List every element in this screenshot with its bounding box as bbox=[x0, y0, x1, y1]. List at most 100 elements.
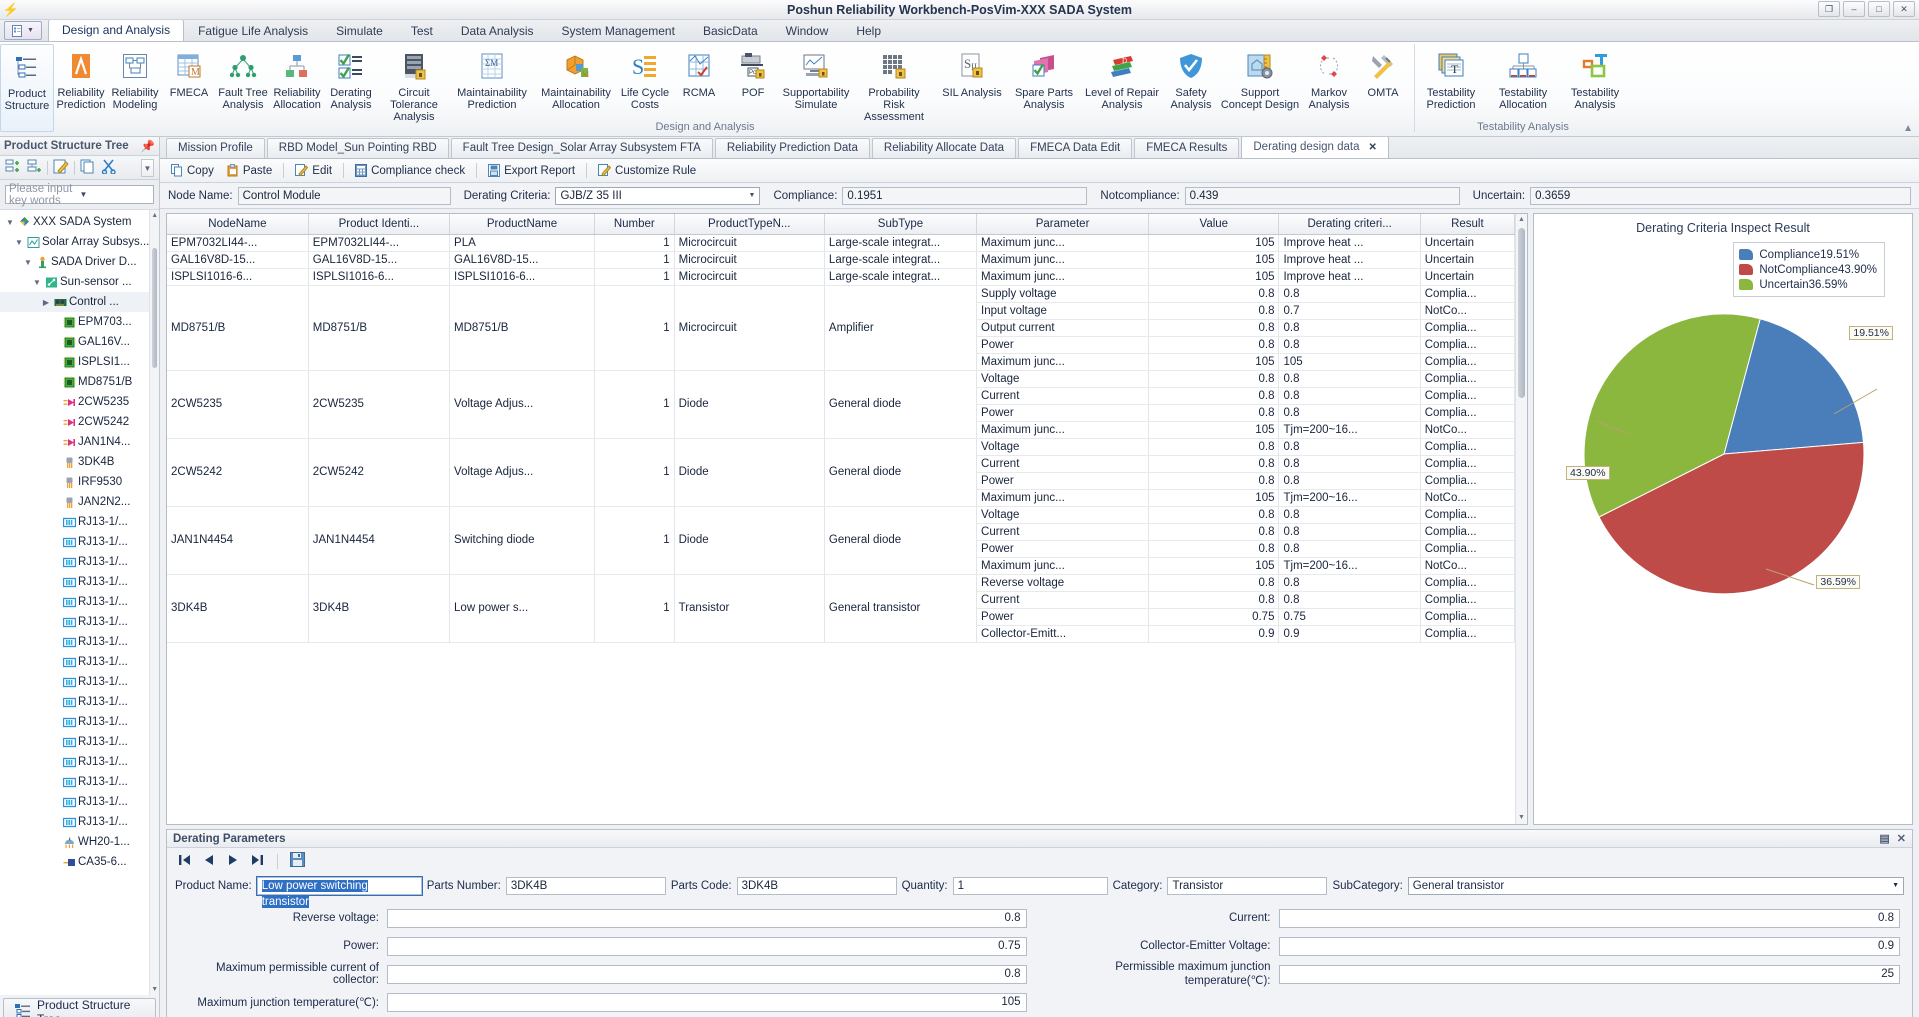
add-node-icon[interactable] bbox=[5, 159, 21, 177]
tree-node[interactable]: ▶Control ... bbox=[0, 292, 149, 312]
tree-node[interactable]: RJ13-1/... bbox=[0, 612, 149, 632]
ribbon-button-reliability-modeling[interactable]: ReliabilityModeling bbox=[108, 44, 162, 132]
ribbon-button-markov-analysis[interactable]: MarkovAnalysis bbox=[1302, 44, 1356, 132]
grid-column-header[interactable]: Number bbox=[594, 214, 674, 234]
tree-node[interactable]: ▼XXX SADA System bbox=[0, 212, 149, 232]
next-record-icon[interactable] bbox=[227, 854, 239, 869]
scroll-down-icon[interactable]: ▼ bbox=[1516, 812, 1527, 824]
tree-node[interactable]: 3DK4B bbox=[0, 452, 149, 472]
expand-collapse-icon[interactable]: ▼ bbox=[4, 218, 16, 227]
dock-field-input[interactable]: Transistor bbox=[1167, 877, 1327, 895]
chevron-down-icon[interactable]: ▼ bbox=[80, 190, 151, 199]
grid-column-header[interactable]: Value bbox=[1149, 214, 1279, 234]
grid-column-header[interactable]: Derating criteri... bbox=[1279, 214, 1420, 234]
table-row[interactable]: MD8751/BMD8751/BMD8751/B1MicrocircuitAmp… bbox=[167, 285, 1515, 302]
tree-node[interactable]: RJ13-1/... bbox=[0, 752, 149, 772]
ribbon-button-pof[interactable]: PoF POF bbox=[726, 44, 780, 132]
cut-icon[interactable] bbox=[101, 159, 117, 177]
ribbon-tab-simulate[interactable]: Simulate bbox=[322, 20, 397, 41]
tree-node[interactable]: RJ13-1/... bbox=[0, 692, 149, 712]
tree-node[interactable]: EPM703... bbox=[0, 312, 149, 332]
tree-node[interactable]: RJ13-1/... bbox=[0, 532, 149, 552]
ribbon-button-testability-analysis[interactable]: TestabilityAnalysis bbox=[1559, 44, 1631, 132]
ribbon-button-reliability-allocation[interactable]: ReliabilityAllocation bbox=[270, 44, 324, 132]
grid-column-header[interactable]: SubType bbox=[824, 214, 976, 234]
tree-node[interactable]: RJ13-1/... bbox=[0, 732, 149, 752]
export-report-button[interactable]: Export Report bbox=[483, 162, 580, 179]
dock-field-input[interactable]: 3DK4B bbox=[506, 877, 666, 895]
scrollbar-thumb[interactable] bbox=[152, 248, 157, 368]
expand-collapse-icon[interactable]: ▼ bbox=[22, 258, 34, 267]
document-tab[interactable]: FMECA Data Edit bbox=[1018, 138, 1132, 158]
copy-icon[interactable] bbox=[80, 159, 96, 177]
float-icon[interactable]: ▤ bbox=[1879, 832, 1889, 845]
table-row[interactable]: JAN1N4454JAN1N4454Switching diode1DiodeG… bbox=[167, 506, 1515, 523]
expand-collapse-icon[interactable]: ▶ bbox=[40, 298, 52, 307]
save-icon[interactable] bbox=[290, 852, 305, 870]
close-tab-icon[interactable]: ✕ bbox=[1369, 142, 1377, 153]
ribbon-tab-test[interactable]: Test bbox=[397, 20, 447, 41]
ribbon-button-sil-analysis[interactable]: S IL SIL Analysis bbox=[936, 44, 1008, 132]
customize-rule-button[interactable]: Customize Rule bbox=[593, 162, 701, 179]
tree-node[interactable]: ISPLSI1... bbox=[0, 352, 149, 372]
table-row[interactable]: ISPLSI1016-6...ISPLSI1016-6...ISPLSI1016… bbox=[167, 268, 1515, 285]
dock-field-input[interactable]: Low power switching transistor bbox=[257, 877, 422, 895]
ribbon-tab-window[interactable]: Window bbox=[772, 20, 843, 41]
dock-parameter-input[interactable]: 0.9 bbox=[1279, 937, 1901, 956]
tree-node[interactable]: IRF9530 bbox=[0, 472, 149, 492]
document-tab[interactable]: RBD Model_Sun Pointing RBD bbox=[267, 138, 449, 158]
chevron-down-icon[interactable]: ▼ bbox=[1892, 878, 1899, 894]
ribbon-button-reliability-prediction[interactable]: ReliabilityPrediction bbox=[54, 44, 108, 132]
product-structure-tree-footer-button[interactable]: Product Structure Tree bbox=[3, 998, 156, 1017]
derating-criteria-select[interactable]: GJB/Z 35 III ▼ bbox=[555, 187, 760, 205]
dock-parameter-input[interactable]: 0.75 bbox=[387, 937, 1027, 956]
pin-icon[interactable]: 📌 bbox=[141, 139, 155, 153]
tree-toolbar-overflow-button[interactable]: ▼ bbox=[141, 159, 154, 177]
ribbon-tab-help[interactable]: Help bbox=[842, 20, 895, 41]
compliance-input[interactable]: 0.1951 bbox=[842, 187, 1087, 205]
close-button[interactable]: ✕ bbox=[1893, 1, 1915, 17]
tree-node[interactable]: RJ13-1/... bbox=[0, 792, 149, 812]
tree-node[interactable]: ▼Solar Array Subsys... bbox=[0, 232, 149, 252]
chevron-down-icon[interactable]: ▼ bbox=[749, 188, 756, 204]
tree-node[interactable]: 2CW5242 bbox=[0, 412, 149, 432]
table-row[interactable]: EPM7032LI44-...EPM7032LI44-...PLA1Microc… bbox=[167, 234, 1515, 251]
ribbon-button-probability-risk-assessment[interactable]: ProbabilityRisk Assessment bbox=[852, 44, 936, 132]
notcompliance-input[interactable]: 0.439 bbox=[1185, 187, 1460, 205]
ribbon-button-circuit-tolerance-analysis[interactable]: Circuit ToleranceAnalysis bbox=[378, 44, 450, 132]
expand-collapse-icon[interactable]: ▼ bbox=[31, 278, 43, 287]
scroll-up-icon[interactable]: ▲ bbox=[150, 210, 159, 221]
tree-node[interactable]: GAL16V... bbox=[0, 332, 149, 352]
tree-node[interactable]: RJ13-1/... bbox=[0, 812, 149, 832]
maximize-button[interactable]: □ bbox=[1868, 1, 1890, 17]
document-tab[interactable]: Reliability Prediction Data bbox=[715, 138, 870, 158]
ribbon-button-safety-analysis[interactable]: SafetyAnalysis bbox=[1164, 44, 1218, 132]
ribbon-button-maintainability-prediction[interactable]: ΣM MaintainabilityPrediction bbox=[450, 44, 534, 132]
document-tab[interactable]: Fault Tree Design_Solar Array Subsystem … bbox=[451, 138, 713, 158]
tree-node[interactable]: ▼Sun-sensor ... bbox=[0, 272, 149, 292]
tree-node[interactable]: RJ13-1/... bbox=[0, 592, 149, 612]
ribbon-button-fmeca[interactable]: M FMECA bbox=[162, 44, 216, 132]
ribbon-tab-data-analysis[interactable]: Data Analysis bbox=[447, 20, 548, 41]
first-record-icon[interactable] bbox=[177, 854, 191, 869]
close-icon[interactable]: ✕ bbox=[1897, 832, 1906, 845]
quick-access-toolbar[interactable]: ▼ bbox=[4, 21, 42, 40]
table-row[interactable]: GAL16V8D-15...GAL16V8D-15...GAL16V8D-15.… bbox=[167, 251, 1515, 268]
document-tab[interactable]: Reliability Allocate Data bbox=[872, 138, 1016, 158]
grid-column-header[interactable]: Product Identi... bbox=[308, 214, 449, 234]
grid-column-header[interactable]: NodeName bbox=[167, 214, 308, 234]
tree-node[interactable]: JAN1N4... bbox=[0, 432, 149, 452]
tree-node[interactable]: ▼SADA Driver D... bbox=[0, 252, 149, 272]
table-row[interactable]: 2CW52352CW5235Voltage Adjus...1DiodeGene… bbox=[167, 370, 1515, 387]
tree-node[interactable]: WH20-1... bbox=[0, 832, 149, 852]
ribbon-button-fault-tree-analysis[interactable]: Fault TreeAnalysis bbox=[216, 44, 270, 132]
search-input[interactable]: Please input key words ▼ bbox=[5, 185, 154, 204]
ribbon-tab-design-and-analysis[interactable]: Design and Analysis bbox=[48, 19, 184, 41]
tree-node[interactable]: RJ13-1/... bbox=[0, 552, 149, 572]
tree-node[interactable]: RJ13-1/... bbox=[0, 652, 149, 672]
ribbon-button-omta[interactable]: OMTA bbox=[1356, 44, 1410, 132]
tree-node[interactable]: 2CW5235 bbox=[0, 392, 149, 412]
compliance-check-button[interactable]: Compliance check bbox=[350, 162, 470, 179]
prev-record-icon[interactable] bbox=[203, 854, 215, 869]
table-row[interactable]: 3DK4B3DK4BLow power s...1TransistorGener… bbox=[167, 574, 1515, 591]
